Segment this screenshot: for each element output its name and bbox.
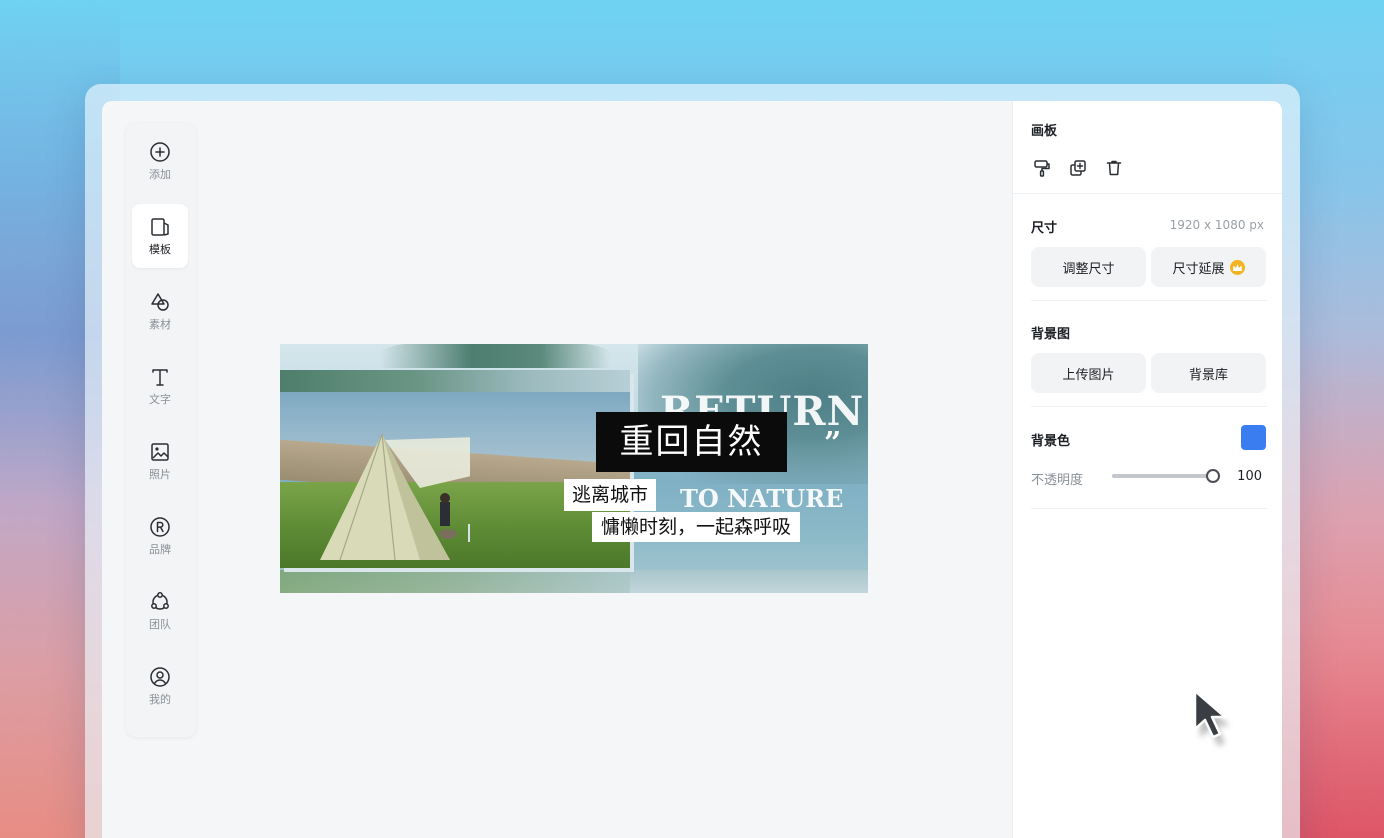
to-nature-heading[interactable]: TO NATURE (680, 484, 843, 513)
camping-photo[interactable] (280, 370, 630, 568)
duplicate-icon (1070, 160, 1086, 176)
quote-mark: ” (824, 426, 842, 461)
section-divider (1031, 300, 1267, 301)
background-color-label: 背景色 (1031, 434, 1071, 449)
tool-mine[interactable]: 我的 (132, 654, 188, 718)
tool-photo[interactable]: 照片 (132, 429, 188, 493)
premium-crown-icon (1229, 259, 1245, 275)
tool-mine-label: 我的 (149, 693, 171, 706)
panel-title: 画板 (1031, 124, 1058, 139)
background-library-button-label: 背景库 (1188, 367, 1228, 383)
add-circle-icon (150, 142, 170, 162)
tool-elements[interactable]: 素材 (132, 279, 188, 343)
tool-photo-label: 照片 (149, 468, 171, 481)
format-painter-button[interactable] (1031, 157, 1053, 179)
tent-illustration (320, 433, 470, 561)
tool-team[interactable]: 团队 (132, 579, 188, 643)
upload-image-button[interactable]: 上传图片 (1031, 353, 1146, 393)
registered-icon (150, 517, 170, 537)
panel-divider (1013, 193, 1282, 194)
artboard-actions (1031, 157, 1125, 179)
template-icon (151, 218, 169, 236)
canvas-subtitle-1[interactable]: 逃离城市 (564, 479, 657, 511)
delete-button[interactable] (1103, 157, 1125, 179)
canvas-subtitle-2[interactable]: 慵懒时刻，一起森呼吸 (592, 512, 801, 542)
shapes-icon (151, 293, 169, 311)
canvas-far-hills (380, 344, 610, 368)
duplicate-button[interactable] (1067, 157, 1089, 179)
user-icon (150, 667, 170, 687)
design-canvas[interactable]: RETURN ” 重回自然 TO NATURE 逃离城市 慵懒时刻，一起森呼吸 (280, 344, 868, 593)
tool-text[interactable]: 文字 (132, 354, 188, 418)
canvas-grass-reflection (280, 570, 630, 593)
tool-team-label: 团队 (149, 618, 171, 631)
background-image-label: 背景图 (1031, 327, 1071, 342)
trash-icon (1106, 160, 1122, 176)
size-extend-button[interactable]: 尺寸延展 (1151, 247, 1266, 287)
tool-brand-label: 品牌 (149, 543, 171, 556)
text-icon (152, 369, 168, 386)
upload-image-button-label: 上传图片 (1062, 367, 1115, 383)
opacity-slider-fill (1112, 474, 1213, 478)
mouse-pointer-icon (1193, 689, 1230, 746)
size-extend-button-label: 尺寸延展 (1172, 261, 1225, 277)
size-value: 1920 x 1080 px (1169, 218, 1264, 232)
tool-text-label: 文字 (149, 393, 171, 406)
tool-add-label: 添加 (149, 168, 171, 181)
size-label: 尺寸 (1031, 221, 1058, 236)
tool-template[interactable]: 模板 (132, 204, 188, 268)
tool-brand[interactable]: 品牌 (132, 504, 188, 568)
image-icon (151, 443, 169, 461)
background-color-swatch[interactable] (1241, 425, 1266, 450)
editor-app: 添加 模板 素材 文字 照片 品牌 团队 我的 ” 重回自然 TO NATURE… (102, 101, 1282, 838)
background-library-button[interactable]: 背景库 (1151, 353, 1266, 393)
tool-template-label: 模板 (149, 243, 171, 256)
photo-hills (280, 370, 630, 392)
opacity-slider-handle[interactable] (1206, 469, 1220, 483)
tool-add[interactable]: 添加 (132, 129, 188, 193)
team-icon (151, 592, 169, 610)
resize-button-label: 调整尺寸 (1062, 261, 1115, 277)
opacity-value[interactable]: 100 (1237, 469, 1262, 484)
format-painter-icon (1034, 160, 1050, 177)
opacity-slider[interactable] (1112, 469, 1220, 483)
section-divider (1031, 406, 1267, 407)
left-toolbar: 添加 模板 素材 文字 照片 品牌 团队 我的 (126, 123, 196, 737)
resize-button[interactable]: 调整尺寸 (1031, 247, 1146, 287)
section-divider (1031, 508, 1267, 509)
opacity-label: 不透明度 (1031, 473, 1084, 488)
canvas-title[interactable]: 重回自然 (596, 412, 787, 472)
tool-elements-label: 素材 (149, 318, 171, 331)
